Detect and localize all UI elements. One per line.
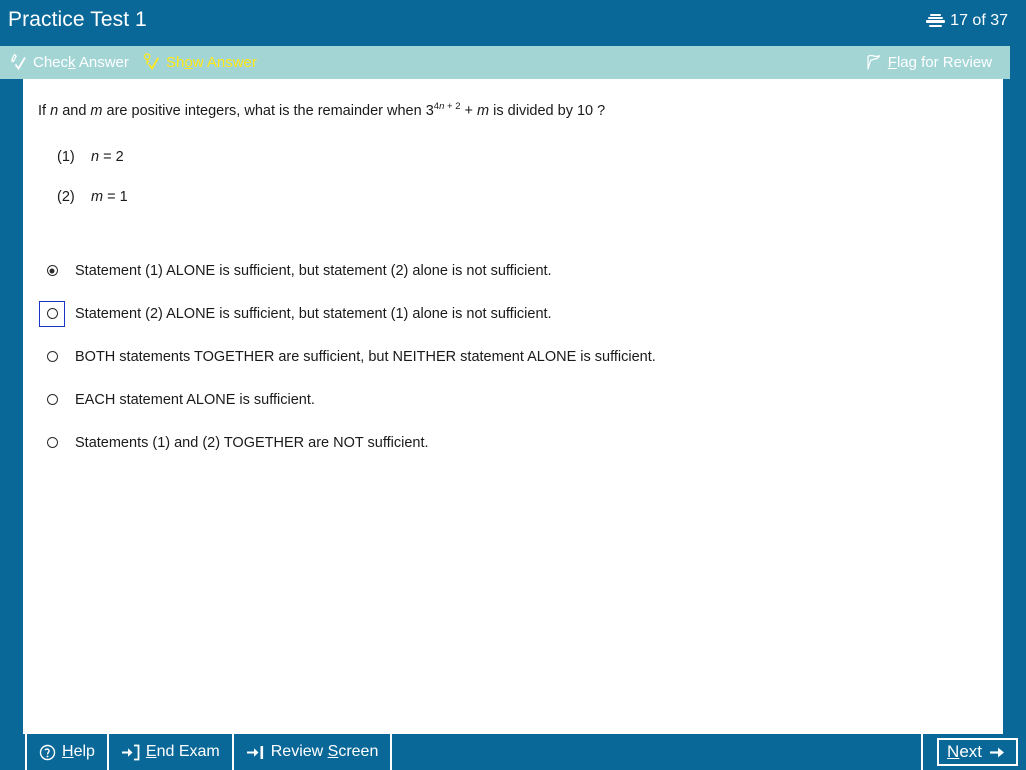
show-answer-button[interactable]: Show Answer — [143, 51, 257, 73]
radio-button-a[interactable] — [46, 265, 58, 276]
show-answer-label: Show Answer — [166, 53, 257, 71]
radio-wrap-a[interactable] — [39, 258, 65, 284]
review-screen-label: Review Screen — [270, 743, 379, 760]
answer-option-b-label: Statement (2) ALONE is sufficient, but s… — [75, 305, 552, 322]
answer-option-d-label: EACH statement ALONE is sufficient. — [75, 391, 315, 408]
flag-outline-icon — [865, 53, 882, 71]
exponent-rest: + 2 — [444, 101, 461, 112]
check-answer-label: Check Answer — [33, 53, 129, 71]
answer-options-group: Statement (1) ALONE is sufficient, but s… — [23, 249, 1003, 464]
check-answer-button[interactable]: Check Answer — [10, 51, 129, 73]
page-indicator-text: 17 of 37 — [950, 12, 1008, 29]
question-mid2: are positive integers, what is the remai… — [102, 102, 434, 119]
radio-wrap-e[interactable] — [39, 430, 65, 456]
statement-1-value: = 2 — [99, 149, 124, 165]
radio-wrap-d[interactable] — [39, 387, 65, 413]
key-check-icon — [143, 53, 160, 71]
radio-button-b[interactable] — [46, 308, 58, 319]
question-prefix: If — [38, 102, 51, 119]
question-mid3: + — [460, 102, 478, 119]
question-suffix: is divided by 10 ? — [489, 102, 606, 119]
radio-wrap-b[interactable] — [39, 300, 65, 327]
question-var-n: n — [50, 102, 59, 119]
question-text: If n and m are positive integers, what i… — [38, 101, 605, 119]
answer-option-a-label: Statement (1) ALONE is sufficient, but s… — [75, 262, 552, 279]
data-statement-1: (1) n = 2 — [57, 149, 124, 165]
answer-option-b[interactable]: Statement (2) ALONE is sufficient, but s… — [23, 292, 1003, 335]
statement-1-var: n — [91, 149, 100, 165]
help-label: Help — [62, 743, 95, 760]
statement-2-number: (2) — [57, 189, 75, 205]
flag-for-review-label: Flag for Review — [887, 53, 992, 71]
statement-1-number: (1) — [57, 149, 75, 165]
end-exam-label: End Exam — [145, 743, 220, 760]
check-pencil-icon — [10, 53, 27, 71]
answer-option-c[interactable]: BOTH statements TOGETHER are sufficient,… — [23, 335, 1003, 378]
radio-button-e[interactable] — [46, 437, 58, 448]
question-var-m: m — [90, 102, 103, 119]
question-exponent: 4n + 2 — [434, 101, 461, 112]
answer-option-c-label: BOTH statements TOGETHER are sufficient,… — [75, 348, 656, 365]
statement-2-value: = 1 — [103, 189, 128, 205]
bottom-toolbar: Help End Exam Review Screen Next — [0, 734, 1026, 770]
exit-arrow-icon — [121, 744, 140, 761]
next-label: Next — [947, 742, 982, 761]
statement-2-var: m — [91, 189, 104, 205]
exam-window: Practice Test 1 17 of 37 Check Answer Sh… — [0, 0, 1026, 770]
data-statement-2: (2) m = 1 — [57, 189, 128, 205]
radio-button-c[interactable] — [46, 351, 58, 362]
arrow-right-icon — [989, 745, 1008, 760]
page-title: Practice Test 1 — [8, 8, 147, 31]
action-toolbar: Check Answer Show Answer Flag for Review — [0, 46, 1010, 79]
page-indicator: 17 of 37 — [926, 12, 1008, 30]
stacked-pages-icon — [926, 13, 946, 29]
review-screen-button[interactable]: Review Screen — [231, 734, 393, 770]
title-bar: Practice Test 1 17 of 37 — [0, 0, 1026, 46]
answer-option-a[interactable]: Statement (1) ALONE is sufficient, but s… — [23, 249, 1003, 292]
answer-option-e-label: Statements (1) and (2) TOGETHER are NOT … — [75, 434, 429, 451]
flag-for-review-button[interactable]: Flag for Review — [865, 51, 992, 73]
question-circle-icon — [39, 744, 56, 761]
arrow-to-bar-icon — [246, 744, 265, 761]
question-var-m2: m — [477, 102, 490, 119]
radio-wrap-c[interactable] — [39, 344, 65, 370]
radio-button-d[interactable] — [46, 394, 58, 405]
question-panel: If n and m are positive integers, what i… — [23, 79, 1003, 734]
help-button[interactable]: Help — [25, 734, 109, 770]
answer-option-d[interactable]: EACH statement ALONE is sufficient. — [23, 378, 1003, 421]
question-mid1: and — [58, 102, 91, 119]
bottom-bar-spacer — [388, 734, 924, 770]
answer-option-e[interactable]: Statements (1) and (2) TOGETHER are NOT … — [23, 421, 1003, 464]
next-button[interactable]: Next — [937, 738, 1018, 766]
end-exam-button[interactable]: End Exam — [106, 734, 234, 770]
bottom-button-group: Help End Exam Review Screen — [25, 734, 924, 770]
